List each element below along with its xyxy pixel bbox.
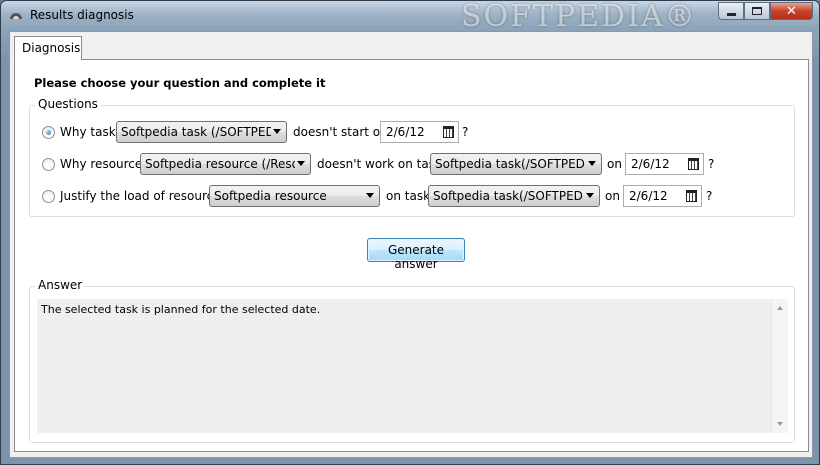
load-resource-combo-value: Softpedia resource	[214, 189, 327, 203]
why-resource-radio[interactable]	[42, 157, 55, 171]
scroll-down-icon[interactable]	[777, 422, 783, 426]
load-resource-combo[interactable]: Softpedia resource	[209, 185, 380, 207]
load-task-combo-value: Softpedia task(/SOFTPEDIA/	[433, 189, 583, 203]
load-task-combo[interactable]: Softpedia task(/SOFTPEDIA/	[428, 185, 600, 207]
chevron-down-icon	[588, 161, 596, 166]
answer-scrollbar[interactable]	[771, 299, 788, 433]
app-icon	[10, 13, 22, 19]
close-icon: ✕	[786, 3, 797, 19]
justify-load-label[interactable]: Justify the load of resource	[60, 189, 221, 203]
questions-group: Questions Why task Softpedia task (/SOFT…	[29, 97, 795, 217]
minimize-icon	[726, 12, 736, 16]
diagnosis-panel: Please choose your question and complete…	[14, 59, 809, 452]
justify-load-radio[interactable]	[42, 189, 55, 203]
generate-answer-button[interactable]: Generate answer	[367, 238, 465, 271]
scroll-up-icon[interactable]	[777, 306, 783, 310]
chevron-down-icon	[586, 193, 594, 198]
questions-legend: Questions	[35, 97, 101, 111]
resource-date-picker[interactable]: 2/6/12	[625, 153, 704, 175]
answer-text: The selected task is planned for the sel…	[41, 303, 321, 316]
resource-date-value: 2/6/12	[631, 157, 670, 171]
minimize-button[interactable]	[718, 2, 744, 20]
load-date-value: 2/6/12	[629, 189, 668, 203]
client-area: Diagnosis Please choose your question an…	[9, 31, 813, 458]
start-date-picker[interactable]: 2/6/12	[380, 121, 459, 143]
answer-text-area[interactable]: The selected task is planned for the sel…	[37, 299, 788, 433]
title-bar[interactable]: Results diagnosis SOFTPEDIA® ✕	[1, 0, 819, 34]
why-resource-label[interactable]: Why resource	[60, 157, 142, 171]
task-combo[interactable]: Softpedia task (/SOFTPEDIA	[116, 121, 287, 143]
question-row-why-task: Why task	[42, 120, 116, 144]
start-date-value: 2/6/12	[386, 125, 425, 139]
app-window: Results diagnosis SOFTPEDIA® ✕ Diagnosis…	[0, 0, 820, 465]
calendar-icon[interactable]	[686, 190, 697, 202]
resource-combo-value: Softpedia resource (/Resour	[145, 157, 295, 171]
chevron-down-icon	[273, 129, 281, 134]
task-combo-value: Softpedia task (/SOFTPEDIA	[121, 125, 271, 139]
page-heading: Please choose your question and complete…	[34, 76, 326, 90]
answer-legend: Answer	[35, 278, 86, 292]
why-task-radio[interactable]	[42, 125, 55, 139]
chevron-down-icon	[297, 161, 305, 166]
on-text-2: on	[607, 157, 622, 171]
maximize-icon	[752, 7, 762, 15]
close-button[interactable]: ✕	[770, 2, 813, 20]
question-mark-3: ?	[706, 189, 713, 203]
question-row-why-resource: Why resource	[42, 152, 142, 176]
on-text-3: on	[605, 189, 620, 203]
chevron-down-icon	[366, 193, 374, 198]
why-task-label[interactable]: Why task	[60, 125, 116, 139]
question-row-justify-load: Justify the load of resource	[42, 184, 221, 208]
resource-task-combo-value: Softpedia task(/SOFTPEDIA/	[435, 157, 585, 171]
question-mark-1: ?	[462, 125, 469, 139]
doesnt-work-text: doesn't work on task	[317, 157, 442, 171]
watermark-text: SOFTPEDIA®	[461, 0, 697, 34]
doesnt-start-text: doesn't start on	[293, 125, 388, 139]
on-task-text: on task	[386, 189, 431, 203]
maximize-button[interactable]	[744, 2, 770, 20]
load-date-picker[interactable]: 2/6/12	[623, 185, 702, 207]
window-title: Results diagnosis	[30, 8, 134, 22]
resource-combo[interactable]: Softpedia resource (/Resour	[140, 153, 311, 175]
answer-group: Answer The selected task is planned for …	[29, 278, 795, 443]
tab-diagnosis[interactable]: Diagnosis	[14, 36, 82, 60]
question-mark-2: ?	[708, 157, 715, 171]
calendar-icon[interactable]	[443, 126, 454, 138]
calendar-icon[interactable]	[688, 158, 699, 170]
resource-task-combo[interactable]: Softpedia task(/SOFTPEDIA/	[430, 153, 602, 175]
